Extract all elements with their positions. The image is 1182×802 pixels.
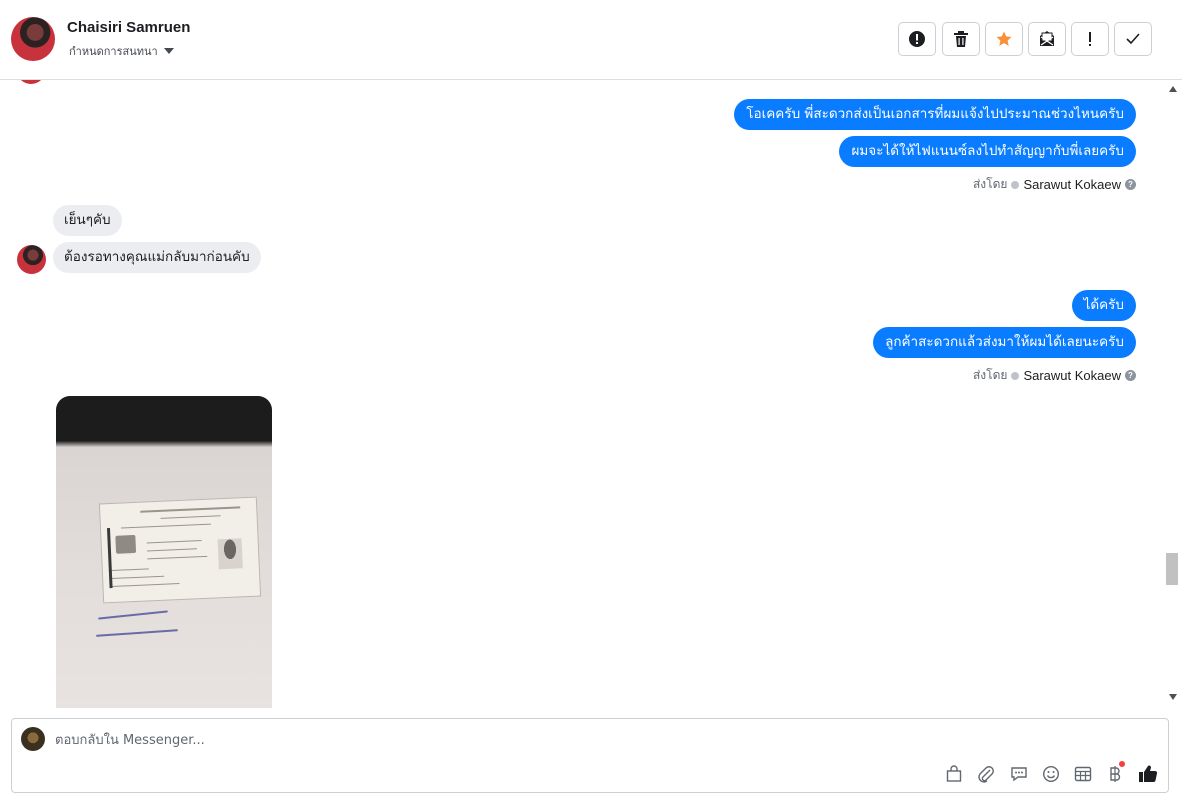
attachment-button[interactable] <box>975 763 997 785</box>
reply-input[interactable] <box>55 730 655 750</box>
id-card-image <box>98 496 262 604</box>
agent-name: Sarawut Kokaew <box>1023 368 1121 383</box>
mark-unread-icon <box>1040 31 1054 46</box>
chevron-down-icon <box>163 48 174 54</box>
message-bubble-outgoing[interactable]: โอเคครับ พี่สะดวกส่งเป็นเอกสารที่ผมแจ้งไ… <box>734 99 1136 130</box>
important-icon <box>1089 32 1091 46</box>
mark-unread-button[interactable] <box>1028 22 1066 56</box>
mark-done-button[interactable] <box>1114 22 1152 56</box>
message-bubble-outgoing[interactable]: ลูกค้าสะดวกแล้วส่งมาให้ผมได้เลยนะครับ <box>873 327 1136 358</box>
conversation-settings-dropdown[interactable]: กำหนดการสนทนา <box>69 42 174 60</box>
scroll-thumb[interactable] <box>1166 553 1178 585</box>
sent-by-info: ส่งโดย Sarawut Kokaew ? <box>973 366 1136 385</box>
like-button[interactable] <box>1137 763 1159 785</box>
emoji-button[interactable] <box>1040 763 1062 785</box>
done-icon <box>1126 33 1140 45</box>
contact-avatar-small[interactable] <box>17 245 46 274</box>
page-avatar <box>21 727 45 751</box>
contact-avatar-partial <box>18 80 44 84</box>
agent-name: Sarawut Kokaew <box>1023 177 1121 192</box>
conversation-settings-label: กำหนดการสนทนา <box>69 45 158 58</box>
shopping-bag-icon <box>946 765 962 782</box>
sent-by-label: ส่งโดย <box>972 368 1008 382</box>
photo-attachment[interactable] <box>56 396 272 708</box>
shopping-bag-button[interactable] <box>943 763 965 785</box>
contact-avatar[interactable] <box>11 17 55 61</box>
message-bubble-incoming[interactable]: เย็นๆคับ <box>53 205 122 236</box>
payment-icon <box>1110 766 1121 782</box>
report-spam-icon <box>909 31 925 47</box>
help-icon[interactable]: ? <box>1125 179 1136 190</box>
message-bubble-outgoing[interactable]: ผมจะได้ให้ไฟแนนซ์ลงไปทำสัญญากับพี่เลยครั… <box>839 136 1136 167</box>
contact-name[interactable]: Chaisiri Samruen <box>67 19 190 36</box>
appointment-button[interactable] <box>1072 763 1094 785</box>
notification-dot <box>1119 761 1125 767</box>
report-spam-button[interactable] <box>898 22 936 56</box>
attachment-icon <box>978 766 994 783</box>
sent-by-label: ส่งโดย <box>972 177 1008 191</box>
delete-button[interactable] <box>942 22 980 56</box>
star-icon <box>996 31 1012 46</box>
message-thread[interactable]: โอเคครับ พี่สะดวกส่งเป็นเอกสารที่ผมแจ้งไ… <box>0 80 1164 708</box>
mark-important-button[interactable] <box>1071 22 1109 56</box>
message-bubble-incoming[interactable]: ต้องรอทางคุณแม่กลับมาก่อนคับ <box>53 242 261 273</box>
scroll-up-arrow-icon[interactable] <box>1169 86 1177 92</box>
saved-replies-button[interactable] <box>1008 763 1030 785</box>
scroll-down-arrow-icon[interactable] <box>1169 694 1177 700</box>
payment-button[interactable] <box>1104 761 1126 785</box>
delete-icon <box>954 31 968 47</box>
help-icon[interactable]: ? <box>1125 370 1136 381</box>
verified-icon <box>1011 180 1020 189</box>
emoji-icon <box>1042 765 1060 783</box>
reply-composer <box>11 718 1169 793</box>
like-icon <box>1139 765 1158 783</box>
conversation-header: Chaisiri Samruen กำหนดการสนทนา <box>0 0 1182 80</box>
message-bubble-outgoing[interactable]: ได้ครับ <box>1071 290 1136 321</box>
verified-icon <box>1011 371 1020 380</box>
messenger-inbox-conversation: Chaisiri Samruen กำหนดการสนทนา โอเคครับ … <box>0 0 1182 802</box>
saved-replies-icon <box>1011 767 1027 782</box>
appointment-icon <box>1074 766 1092 782</box>
star-button[interactable] <box>985 22 1023 56</box>
thread-scrollbar[interactable] <box>1164 80 1182 708</box>
sent-by-info: ส่งโดย Sarawut Kokaew ? <box>973 175 1136 194</box>
